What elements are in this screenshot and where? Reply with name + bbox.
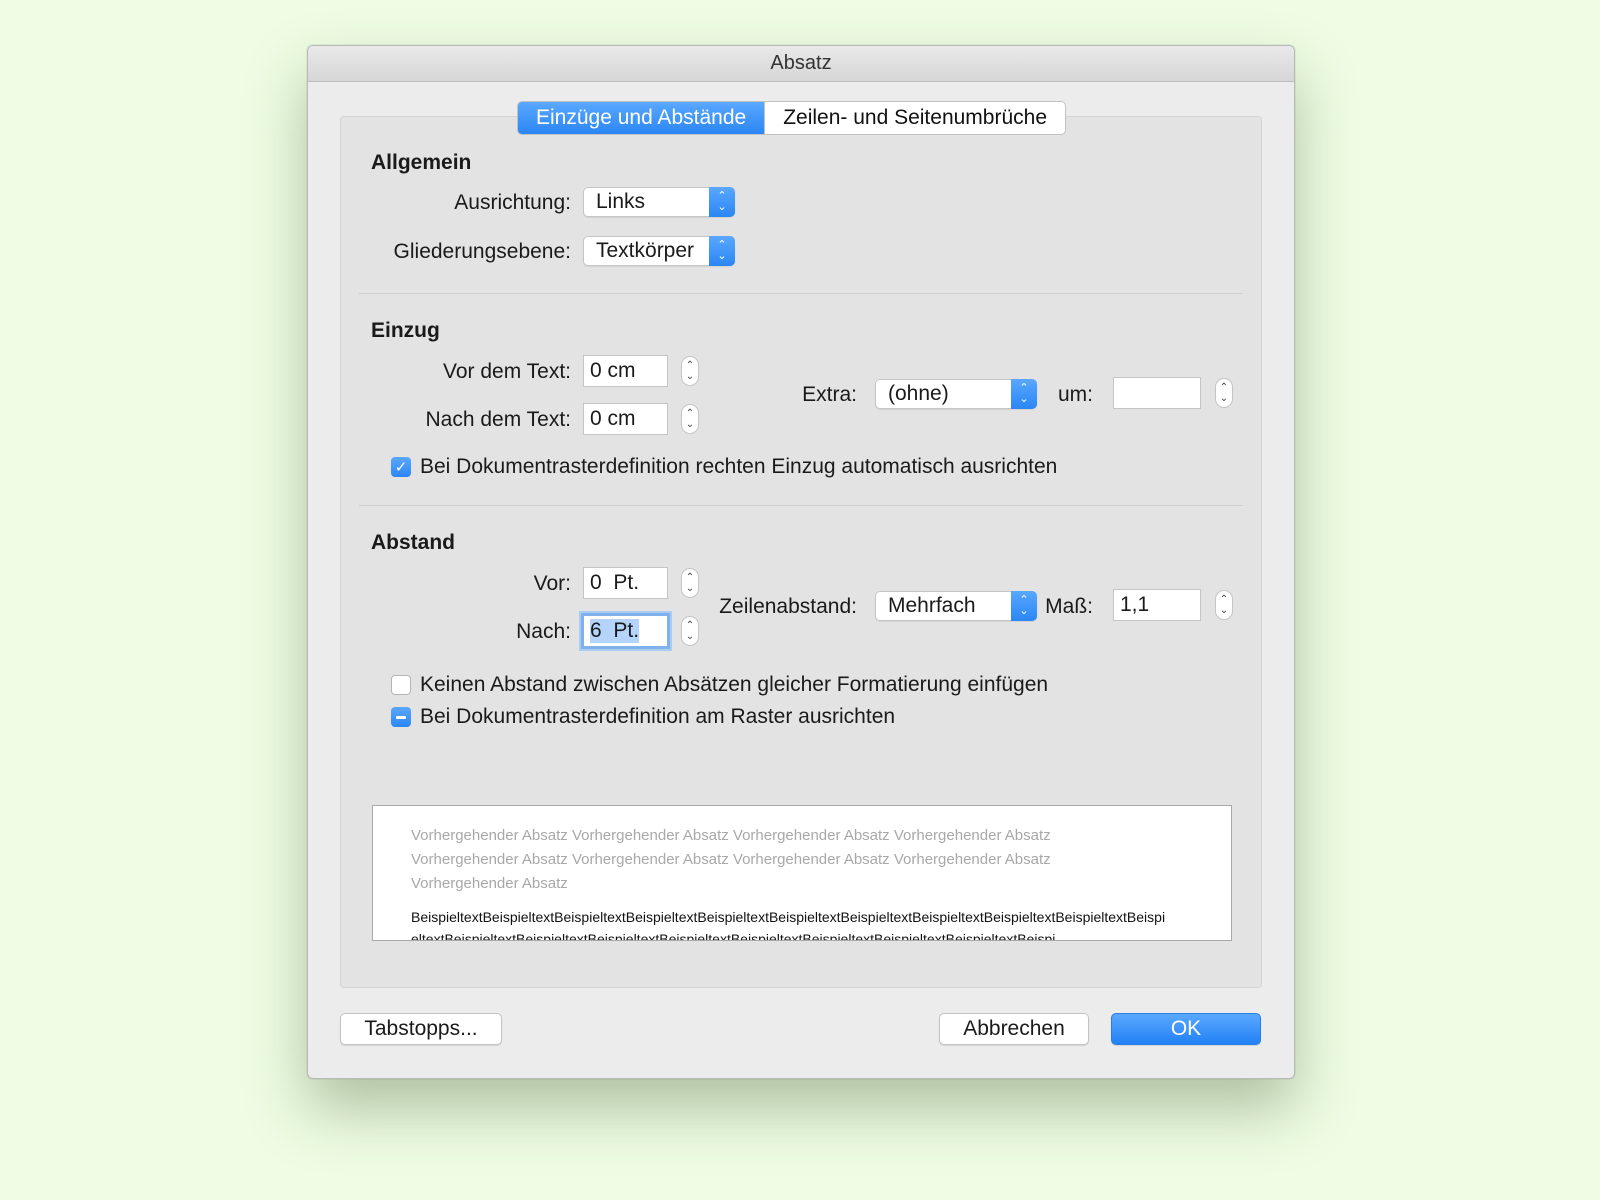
nach-input[interactable]: 6 Pt. [581,613,670,649]
window-title: Absatz [308,46,1294,82]
nach-value: 6 Pt. [590,619,640,643]
section-title-abstand: Abstand [371,531,455,554]
auto-right-indent-checkbox[interactable]: ✓ [391,457,411,477]
ausrichtung-label: Ausrichtung: [454,191,571,214]
paragraph-preview: Vorhergehender Absatz Vorhergehender Abs… [372,805,1232,941]
zeilenabstand-label: Zeilenabstand: [719,595,857,618]
um-input[interactable] [1113,377,1201,409]
preview-previous-paragraph: Vorhergehender Absatz Vorhergehender Abs… [411,827,1051,892]
um-stepper[interactable]: ⌃ ⌄ [1215,378,1233,408]
vor-dem-text-stepper[interactable]: ⌃ ⌄ [681,356,699,386]
ok-button[interactable]: OK [1111,1013,1261,1045]
um-label: um: [1057,383,1093,406]
vor-dem-text-input[interactable]: 0 cm [583,355,668,387]
select-arrows-icon: ⌃ ⌄ [709,187,735,217]
nach-label: Nach: [516,620,571,643]
no-spacing-same-style-label: Keinen Abstand zwischen Absätzen gleiche… [420,673,1049,696]
nach-stepper[interactable]: ⌃ ⌄ [681,616,699,646]
section-title-einzug: Einzug [371,319,440,342]
tabstopps-button[interactable]: Tabstopps... [340,1013,502,1045]
mass-input[interactable]: 1,1 [1113,589,1201,621]
vor-dem-text-label: Vor dem Text: [442,360,571,383]
tab-content-panel: Allgemein Ausrichtung: Links ⌃ ⌄ Gliederu… [340,116,1262,988]
snap-to-grid-checkbox[interactable] [391,707,411,727]
select-arrows-icon: ⌃ ⌄ [709,236,735,266]
gliederungsebene-value: Textkörper [596,239,695,262]
vor-label: Vor: [533,572,571,595]
divider [359,505,1243,506]
zeilenabstand-select[interactable]: Mehrfach ⌃ ⌄ [875,591,1037,621]
nach-dem-text-label: Nach dem Text: [425,408,571,431]
nach-dem-text-value: 0 cm [590,407,636,430]
section-title-allgemein: Allgemein [371,151,472,174]
abbrechen-button[interactable]: Abbrechen [939,1013,1089,1045]
zeilenabstand-value: Mehrfach [888,594,976,617]
gliederungsebene-label: Gliederungsebene: [393,240,571,263]
vor-input[interactable]: 0 Pt. [583,567,668,599]
preview-sample-text: BeispieltextBeispieltextBeispieltextBeis… [411,909,1166,941]
no-spacing-same-style-checkbox[interactable] [391,675,411,695]
ausrichtung-value: Links [596,190,646,213]
vor-dem-text-value: 0 cm [590,359,636,382]
vor-value: 0 Pt. [590,571,640,594]
paragraph-dialog: Absatz Einzüge und Abstände Zeilen- und … [307,45,1295,1079]
vor-stepper[interactable]: ⌃ ⌄ [681,568,699,598]
snap-to-grid-label: Bei Dokumentrasterdefinition am Raster a… [420,705,896,728]
mass-stepper[interactable]: ⌃ ⌄ [1215,590,1233,620]
mass-label: Maß: [1045,595,1093,618]
select-arrows-icon: ⌃ ⌄ [1011,379,1037,409]
ausrichtung-select[interactable]: Links ⌃ ⌄ [583,187,735,217]
divider [359,293,1243,294]
auto-right-indent-label: Bei Dokumentrasterdefinition rechten Ein… [420,455,1058,478]
nach-dem-text-input[interactable]: 0 cm [583,403,668,435]
extra-value: (ohne) [888,382,949,405]
tab-bar: Einzüge und Abstände Zeilen- und Seitenu… [517,101,1067,135]
gliederungsebene-select[interactable]: Textkörper ⌃ ⌄ [583,236,735,266]
extra-label: Extra: [802,383,857,406]
select-arrows-icon: ⌃ ⌄ [1011,591,1037,621]
extra-select[interactable]: (ohne) ⌃ ⌄ [875,379,1037,409]
nach-dem-text-stepper[interactable]: ⌃ ⌄ [681,404,699,434]
tab-einzuege-abstaende[interactable]: Einzüge und Abstände [518,102,765,134]
tab-zeilen-seitenumbrueche[interactable]: Zeilen- und Seitenumbrüche [764,102,1065,134]
mass-value: 1,1 [1120,593,1150,616]
